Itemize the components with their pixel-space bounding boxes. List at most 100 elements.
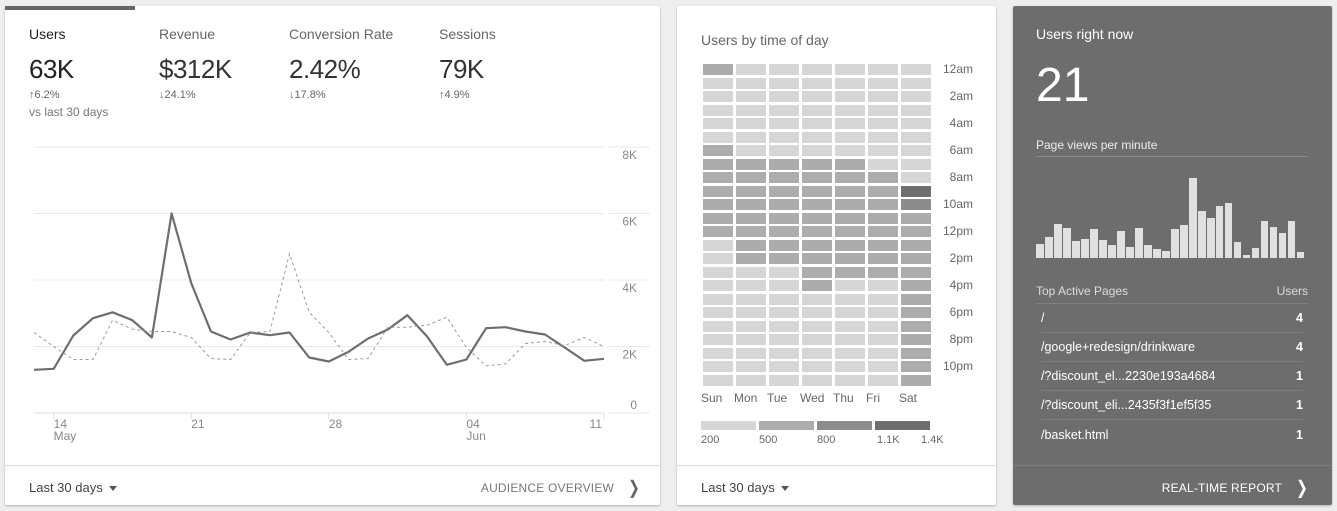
heatmap-cell[interactable] xyxy=(901,91,931,102)
heatmap-cell[interactable] xyxy=(901,253,931,264)
heatmap-cell[interactable] xyxy=(868,104,898,116)
heatmap-cell[interactable] xyxy=(802,253,832,264)
heatmap-cell[interactable] xyxy=(901,307,931,318)
heatmap-cell[interactable] xyxy=(835,172,865,183)
table-row[interactable]: /?discount_eli...2435f3f1ef5f35 1 xyxy=(1041,391,1303,420)
heatmap-cell[interactable] xyxy=(769,91,799,102)
heatmap-cell[interactable] xyxy=(703,131,733,143)
heatmap-cell[interactable] xyxy=(835,64,865,75)
heatmap-cell[interactable] xyxy=(703,64,733,75)
heatmap-cell[interactable] xyxy=(868,145,898,156)
heatmap-cell[interactable] xyxy=(736,91,766,102)
heatmap-cell[interactable] xyxy=(835,104,865,116)
heatmap-cell[interactable] xyxy=(835,158,865,170)
heatmap-cell[interactable] xyxy=(736,361,766,372)
heatmap-cell[interactable] xyxy=(802,199,832,210)
heatmap-cell[interactable] xyxy=(868,91,898,102)
heatmap-cell[interactable] xyxy=(736,104,766,116)
heatmap-cell[interactable] xyxy=(703,253,733,264)
heatmap-cell[interactable] xyxy=(736,185,766,197)
table-row[interactable]: /basket.html 1 xyxy=(1041,420,1303,449)
heatmap-cell[interactable] xyxy=(736,320,766,332)
heatmap-cell[interactable] xyxy=(769,253,799,264)
heatmap-cell[interactable] xyxy=(802,239,832,251)
heatmap-cell[interactable] xyxy=(868,131,898,143)
heatmap-cell[interactable] xyxy=(703,77,733,89)
heatmap-cell[interactable] xyxy=(835,307,865,318)
heatmap-cell[interactable] xyxy=(703,212,733,224)
date-range-dropdown[interactable]: Last 30 days xyxy=(29,480,117,495)
heatmap-cell[interactable] xyxy=(835,212,865,224)
heatmap-cell[interactable] xyxy=(703,185,733,197)
audience-overview-link[interactable]: AUDIENCE OVERVIEW ❯ xyxy=(481,476,640,497)
heatmap-cell[interactable] xyxy=(901,172,931,183)
tab-conversion-rate[interactable]: Conversion Rate 2.42% ↓17.8% xyxy=(289,26,439,119)
heatmap-cell[interactable] xyxy=(769,104,799,116)
heatmap-cell[interactable] xyxy=(703,158,733,170)
heatmap-cell[interactable] xyxy=(736,374,766,386)
heatmap-cell[interactable] xyxy=(703,347,733,359)
heatmap-cell[interactable] xyxy=(802,280,832,291)
table-row[interactable]: /google+redesign/drinkware 4 xyxy=(1041,333,1303,362)
heatmap-cell[interactable] xyxy=(703,266,733,278)
heatmap-cell[interactable] xyxy=(901,145,931,156)
tab-sessions[interactable]: Sessions 79K ↑4.9% xyxy=(439,26,569,119)
heatmap-cell[interactable] xyxy=(769,266,799,278)
heatmap-cell[interactable] xyxy=(868,266,898,278)
heatmap-cell[interactable] xyxy=(736,226,766,237)
heatmap-cell[interactable] xyxy=(703,361,733,372)
heatmap-cell[interactable] xyxy=(802,293,832,305)
heatmap-cell[interactable] xyxy=(703,91,733,102)
heatmap-cell[interactable] xyxy=(736,158,766,170)
heatmap-cell[interactable] xyxy=(769,172,799,183)
heatmap-cell[interactable] xyxy=(868,77,898,89)
heatmap-cell[interactable] xyxy=(736,212,766,224)
heatmap-cell[interactable] xyxy=(868,280,898,291)
heatmap-cell[interactable] xyxy=(835,280,865,291)
heatmap-cell[interactable] xyxy=(769,347,799,359)
heatmap-cell[interactable] xyxy=(736,145,766,156)
heatmap-cell[interactable] xyxy=(802,64,832,75)
heatmap-cell[interactable] xyxy=(835,91,865,102)
heatmap-cell[interactable] xyxy=(736,172,766,183)
heatmap-cell[interactable] xyxy=(736,334,766,345)
heatmap-cell[interactable] xyxy=(835,374,865,386)
heatmap-cell[interactable] xyxy=(901,280,931,291)
heatmap-cell[interactable] xyxy=(736,131,766,143)
heatmap-cell[interactable] xyxy=(868,199,898,210)
heatmap-cell[interactable] xyxy=(802,185,832,197)
heatmap-cell[interactable] xyxy=(868,334,898,345)
date-range-dropdown[interactable]: Last 30 days xyxy=(701,480,789,495)
heatmap-cell[interactable] xyxy=(901,374,931,386)
heatmap-cell[interactable] xyxy=(703,334,733,345)
heatmap-cell[interactable] xyxy=(901,77,931,89)
heatmap-cell[interactable] xyxy=(802,158,832,170)
table-row[interactable]: /?discount_el...2230e193a4684 1 xyxy=(1041,362,1303,391)
heatmap-cell[interactable] xyxy=(769,64,799,75)
heatmap-cell[interactable] xyxy=(901,293,931,305)
heatmap-cell[interactable] xyxy=(868,361,898,372)
heatmap-cell[interactable] xyxy=(868,253,898,264)
heatmap-cell[interactable] xyxy=(901,320,931,332)
heatmap-cell[interactable] xyxy=(769,145,799,156)
heatmap-cell[interactable] xyxy=(736,347,766,359)
heatmap-cell[interactable] xyxy=(901,347,931,359)
heatmap-cell[interactable] xyxy=(703,374,733,386)
tab-revenue[interactable]: Revenue $312K ↓24.1% xyxy=(159,26,289,119)
heatmap-cell[interactable] xyxy=(736,253,766,264)
heatmap-cell[interactable] xyxy=(835,185,865,197)
heatmap-cell[interactable] xyxy=(802,118,832,129)
heatmap-cell[interactable] xyxy=(802,212,832,224)
heatmap-cell[interactable] xyxy=(769,307,799,318)
heatmap-cell[interactable] xyxy=(868,293,898,305)
heatmap-cell[interactable] xyxy=(901,239,931,251)
heatmap-cell[interactable] xyxy=(736,239,766,251)
heatmap-cell[interactable] xyxy=(835,77,865,89)
heatmap-cell[interactable] xyxy=(802,172,832,183)
heatmap-cell[interactable] xyxy=(901,266,931,278)
heatmap-cell[interactable] xyxy=(802,361,832,372)
heatmap-cell[interactable] xyxy=(835,266,865,278)
heatmap-cell[interactable] xyxy=(769,118,799,129)
heatmap-cell[interactable] xyxy=(901,64,931,75)
heatmap-cell[interactable] xyxy=(802,77,832,89)
